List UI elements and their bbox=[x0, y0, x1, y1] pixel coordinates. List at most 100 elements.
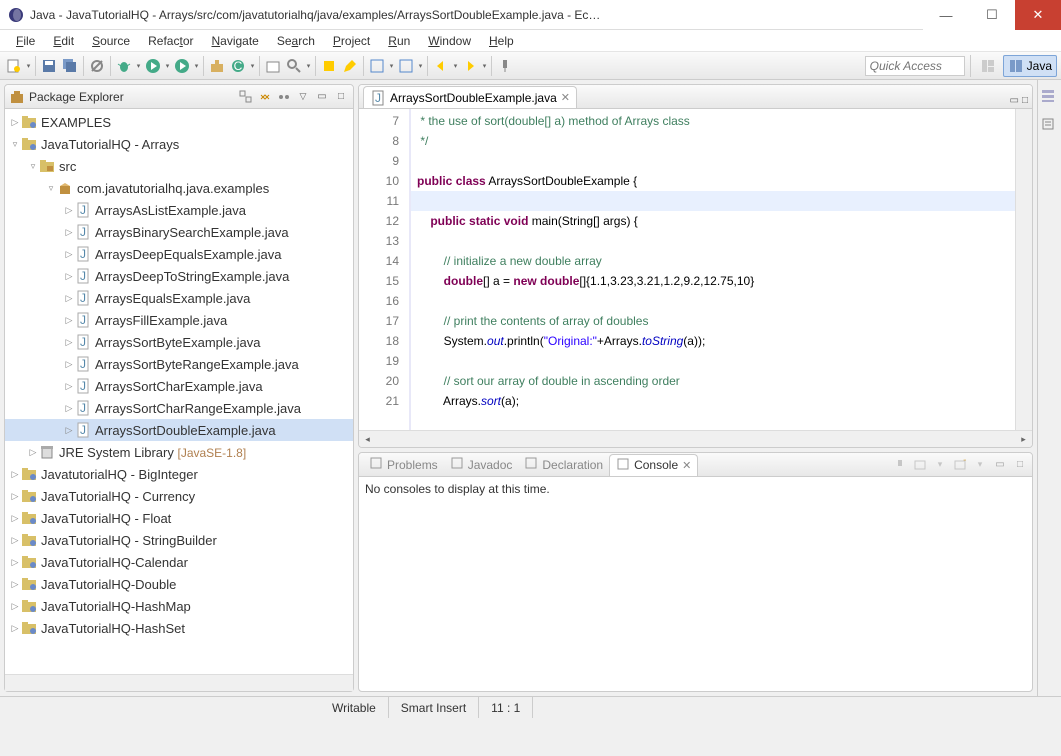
close-button[interactable]: ✕ bbox=[1015, 0, 1061, 30]
tree-item[interactable]: ▷JArraysDeepToStringExample.java bbox=[5, 265, 353, 287]
annotation-prev-dropdown[interactable]: ▾ bbox=[388, 55, 395, 77]
scroll-left-button[interactable]: ◂ bbox=[359, 431, 376, 448]
tree-item[interactable]: ▷JavaTutorialHQ - StringBuilder bbox=[5, 529, 353, 551]
tree-twisty[interactable]: ▷ bbox=[9, 469, 21, 480]
new-class-dropdown[interactable]: ▾ bbox=[249, 55, 256, 77]
tree-twisty[interactable]: ▷ bbox=[63, 381, 75, 392]
new-dropdown[interactable]: ▾ bbox=[25, 55, 32, 77]
save-all-button[interactable] bbox=[60, 55, 80, 77]
tree-item[interactable]: ▷JArraysSortDoubleExample.java bbox=[5, 419, 353, 441]
console-dropdown[interactable]: ▾ bbox=[932, 457, 948, 473]
tree-item[interactable]: ▷JArraysFillExample.java bbox=[5, 309, 353, 331]
tree-twisty[interactable]: ▷ bbox=[63, 227, 75, 238]
tree-item[interactable]: ▷JArraysBinarySearchExample.java bbox=[5, 221, 353, 243]
menu-search[interactable]: Search bbox=[269, 32, 323, 50]
tree-item[interactable]: ▿src bbox=[5, 155, 353, 177]
open-type-button[interactable] bbox=[263, 55, 283, 77]
filters-button[interactable] bbox=[276, 89, 292, 105]
tab-declaration[interactable]: Declaration bbox=[518, 454, 609, 476]
tree-item[interactable]: ▷JArraysSortByteExample.java bbox=[5, 331, 353, 353]
run-last-button[interactable] bbox=[172, 55, 192, 77]
tree-twisty[interactable]: ▷ bbox=[63, 359, 75, 370]
pin-console-button[interactable] bbox=[892, 457, 908, 473]
tree-twisty[interactable]: ▿ bbox=[27, 161, 39, 172]
display-console-button[interactable] bbox=[912, 457, 928, 473]
maximize-view-button[interactable]: □ bbox=[333, 89, 349, 105]
toggle-mark-button[interactable] bbox=[319, 55, 339, 77]
search-dropdown[interactable]: ▾ bbox=[305, 55, 312, 77]
new-button[interactable] bbox=[4, 55, 24, 77]
new-console-dropdown[interactable]: ▾ bbox=[972, 457, 988, 473]
tree-twisty[interactable]: ▷ bbox=[9, 491, 21, 502]
vertical-scrollbar[interactable] bbox=[1015, 109, 1032, 430]
tree-item[interactable]: ▷JRE System Library [JavaSE-1.8] bbox=[5, 441, 353, 463]
tree-twisty[interactable]: ▷ bbox=[63, 403, 75, 414]
menu-project[interactable]: Project bbox=[325, 32, 378, 50]
minimize-button[interactable]: — bbox=[923, 0, 969, 30]
code-text[interactable]: * the use of sort(double[] a) method of … bbox=[411, 109, 1015, 430]
scroll-right-button[interactable]: ▸ bbox=[1015, 431, 1032, 448]
back-dropdown[interactable]: ▾ bbox=[452, 55, 459, 77]
editor-tab-active[interactable]: J ArraysSortDoubleExample.java ✕ bbox=[363, 86, 577, 108]
minimize-view-button[interactable]: ▭ bbox=[314, 89, 330, 105]
tree-item[interactable]: ▷JArraysEqualsExample.java bbox=[5, 287, 353, 309]
new-console-button[interactable]: + bbox=[952, 457, 968, 473]
collapse-all-button[interactable] bbox=[238, 89, 254, 105]
tree-item[interactable]: ▷JavaTutorialHQ - Float bbox=[5, 507, 353, 529]
horizontal-scrollbar[interactable] bbox=[5, 674, 353, 691]
tree-item[interactable]: ▷EXAMPLES bbox=[5, 111, 353, 133]
tree-twisty[interactable]: ▷ bbox=[9, 535, 21, 546]
skip-breakpoints-button[interactable] bbox=[87, 55, 107, 77]
tree-item[interactable]: ▷JavaTutorialHQ-HashMap bbox=[5, 595, 353, 617]
menu-refactor[interactable]: Refactor bbox=[140, 32, 201, 50]
tree-item[interactable]: ▿JavaTutorialHQ - Arrays bbox=[5, 133, 353, 155]
tree-item[interactable]: ▷JavaTutorialHQ-Double bbox=[5, 573, 353, 595]
pin-button[interactable] bbox=[495, 55, 515, 77]
tree-twisty[interactable]: ▷ bbox=[27, 447, 39, 458]
link-editor-button[interactable] bbox=[257, 89, 273, 105]
tree-twisty[interactable]: ▷ bbox=[63, 249, 75, 260]
debug-dropdown[interactable]: ▾ bbox=[135, 55, 142, 77]
tree-item[interactable]: ▷JavaTutorialHQ - Currency bbox=[5, 485, 353, 507]
forward-button[interactable] bbox=[460, 55, 480, 77]
tree-twisty[interactable]: ▷ bbox=[63, 337, 75, 348]
tree-twisty[interactable]: ▷ bbox=[9, 601, 21, 612]
tab-console[interactable]: Console✕ bbox=[609, 454, 698, 476]
tab-problems[interactable]: Problems bbox=[363, 454, 444, 476]
annotation-next-button[interactable] bbox=[396, 55, 416, 77]
maximize-editor-button[interactable]: □ bbox=[1022, 95, 1028, 106]
code-area[interactable]: 789101112131415161718192021 * the use of… bbox=[359, 109, 1032, 430]
run-last-dropdown[interactable]: ▾ bbox=[193, 55, 200, 77]
tree-twisty[interactable]: ▷ bbox=[9, 117, 21, 128]
tree-twisty[interactable]: ▷ bbox=[63, 293, 75, 304]
view-menu-button[interactable]: ▽ bbox=[295, 89, 311, 105]
java-perspective-button[interactable]: Java bbox=[1003, 55, 1057, 77]
tree-twisty[interactable]: ▷ bbox=[63, 271, 75, 282]
minimize-bottom-button[interactable]: ▭ bbox=[992, 457, 1008, 473]
tree-twisty[interactable]: ▿ bbox=[9, 139, 21, 150]
tree-twisty[interactable]: ▷ bbox=[9, 623, 21, 634]
menu-run[interactable]: Run bbox=[380, 32, 418, 50]
menu-window[interactable]: Window bbox=[420, 32, 479, 50]
back-button[interactable] bbox=[431, 55, 451, 77]
run-dropdown[interactable]: ▾ bbox=[164, 55, 171, 77]
tab-javadoc[interactable]: Javadoc bbox=[444, 454, 519, 476]
tree-item[interactable]: ▷JavatutorialHQ - BigInteger bbox=[5, 463, 353, 485]
tree-twisty[interactable]: ▷ bbox=[63, 205, 75, 216]
search-button[interactable] bbox=[284, 55, 304, 77]
maximize-button[interactable]: ☐ bbox=[969, 0, 1015, 30]
edit-button[interactable] bbox=[340, 55, 360, 77]
annotation-prev-button[interactable] bbox=[367, 55, 387, 77]
editor-horizontal-scrollbar[interactable]: ◂ ▸ bbox=[359, 430, 1032, 447]
menu-source[interactable]: Source bbox=[84, 32, 138, 50]
tree-item[interactable]: ▷JArraysAsListExample.java bbox=[5, 199, 353, 221]
debug-button[interactable] bbox=[114, 55, 134, 77]
tree-twisty[interactable]: ▿ bbox=[45, 183, 57, 194]
menu-file[interactable]: File bbox=[8, 32, 43, 50]
tree-item[interactable]: ▿com.javatutorialhq.java.examples bbox=[5, 177, 353, 199]
menu-edit[interactable]: Edit bbox=[45, 32, 82, 50]
tree-item[interactable]: ▷JArraysSortCharRangeExample.java bbox=[5, 397, 353, 419]
tree-twisty[interactable]: ▷ bbox=[9, 557, 21, 568]
task-list-button[interactable] bbox=[1040, 116, 1060, 136]
tree-twisty[interactable]: ▷ bbox=[63, 425, 75, 436]
